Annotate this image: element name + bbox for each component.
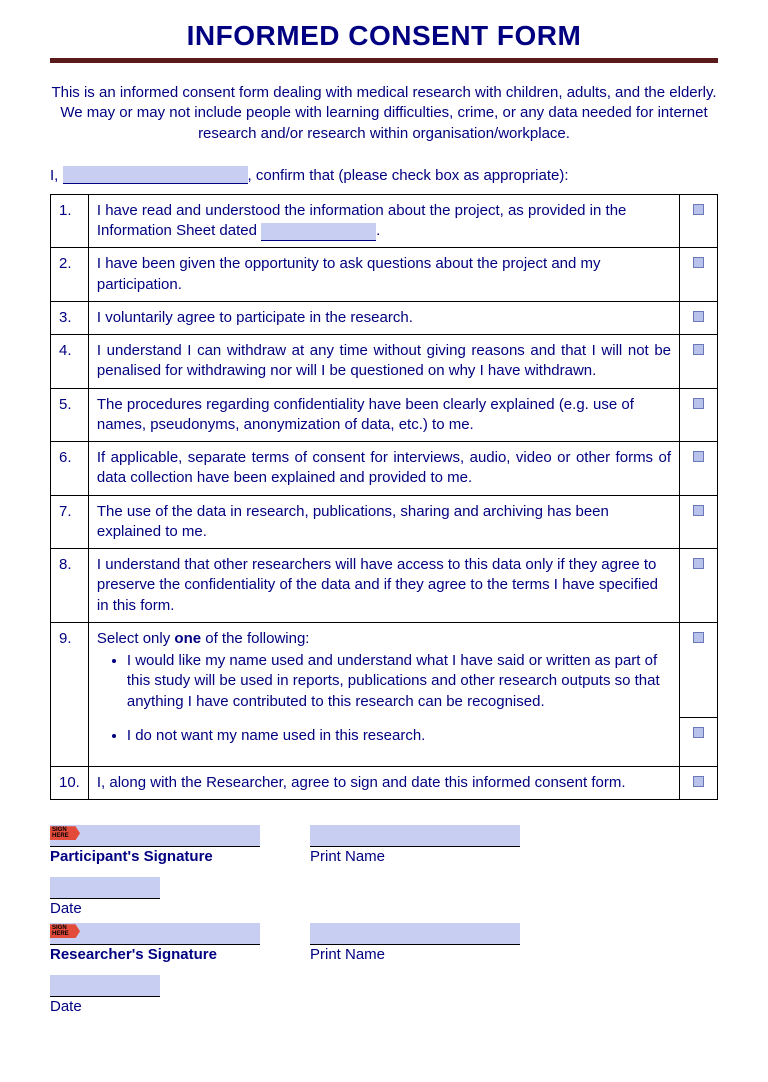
- researcher-printname-label: Print Name: [310, 946, 520, 963]
- info-sheet-date-field[interactable]: [261, 223, 376, 241]
- checkbox-5[interactable]: [693, 398, 704, 409]
- title-rule: [50, 58, 718, 63]
- checkbox-9b[interactable]: [693, 727, 704, 738]
- row-3-num: 3.: [51, 301, 89, 334]
- row-5: 5. The procedures regarding confidential…: [51, 388, 718, 442]
- row-1-num: 1.: [51, 194, 89, 248]
- confirm-prefix: I,: [50, 167, 63, 184]
- researcher-sig-block: SIGN HERE Researcher's Signature Date Pr…: [50, 923, 718, 1027]
- intro-text: This is an informed consent form dealing…: [50, 83, 718, 144]
- row-1: 1. I have read and understood the inform…: [51, 194, 718, 248]
- row-10: 10. I, along with the Researcher, agree …: [51, 767, 718, 800]
- row-6-num: 6.: [51, 442, 89, 496]
- row-10-num: 10.: [51, 767, 89, 800]
- researcher-date-label: Date: [50, 998, 260, 1015]
- participant-sig-label: Participant's Signature: [50, 848, 260, 865]
- row-9-lead: Select only: [97, 630, 175, 647]
- row-4-num: 4.: [51, 335, 89, 389]
- checkbox-6[interactable]: [693, 451, 704, 462]
- form-title: INFORMED CONSENT FORM: [50, 20, 718, 58]
- row-10-text: I, along with the Researcher, agree to s…: [88, 767, 679, 800]
- checkbox-4[interactable]: [693, 344, 704, 355]
- row-7: 7. The use of the data in research, publ…: [51, 495, 718, 549]
- name-field[interactable]: [63, 166, 248, 184]
- row-5-text: The procedures regarding confidentiality…: [88, 388, 679, 442]
- row-3: 3. I voluntarily agree to participate in…: [51, 301, 718, 334]
- row-2-num: 2.: [51, 248, 89, 302]
- checkbox-2[interactable]: [693, 257, 704, 268]
- checkbox-8[interactable]: [693, 558, 704, 569]
- row-9a: 9. Select only one of the following: I w…: [51, 622, 718, 717]
- row-6: 6. If applicable, separate terms of cons…: [51, 442, 718, 496]
- participant-date-label: Date: [50, 900, 260, 917]
- checkbox-3[interactable]: [693, 311, 704, 322]
- researcher-printname-field[interactable]: [310, 923, 520, 945]
- participant-printname-field[interactable]: [310, 825, 520, 847]
- row-9-bold: one: [174, 630, 201, 647]
- checkbox-1[interactable]: [693, 204, 704, 215]
- row-7-text: The use of the data in research, publica…: [88, 495, 679, 549]
- sign-here-tag: SIGN HERE: [50, 826, 80, 840]
- row-2-text: I have been given the opportunity to ask…: [88, 248, 679, 302]
- row-1-post: .: [376, 222, 380, 239]
- participant-signature-field[interactable]: SIGN HERE: [50, 825, 260, 847]
- row-6-text: If applicable, separate terms of consent…: [88, 442, 679, 496]
- checkbox-7[interactable]: [693, 505, 704, 516]
- confirm-line: I, , confirm that (please check box as a…: [50, 166, 718, 184]
- row-7-num: 7.: [51, 495, 89, 549]
- row-8-num: 8.: [51, 549, 89, 623]
- row-9-num: 9.: [51, 622, 89, 766]
- consent-table: 1. I have read and understood the inform…: [50, 194, 718, 801]
- researcher-date-field[interactable]: [50, 975, 160, 997]
- researcher-sig-label: Researcher's Signature: [50, 946, 260, 963]
- row-9-after: of the following:: [201, 630, 309, 647]
- row-9-bullet1: I would like my name used and understand…: [127, 651, 671, 712]
- row-9-bullet2: I do not want my name used in this resea…: [127, 726, 671, 746]
- checkbox-9a[interactable]: [693, 632, 704, 643]
- row-4-text: I understand I can withdraw at any time …: [88, 335, 679, 389]
- participant-sig-block: SIGN HERE Participant's Signature Date P…: [50, 825, 718, 929]
- row-8: 8. I understand that other researchers w…: [51, 549, 718, 623]
- sign-here-tag-2: SIGN HERE: [50, 924, 80, 938]
- confirm-suffix: , confirm that (please check box as appr…: [248, 167, 569, 184]
- checkbox-10[interactable]: [693, 776, 704, 787]
- researcher-signature-field[interactable]: SIGN HERE: [50, 923, 260, 945]
- row-2: 2. I have been given the opportunity to …: [51, 248, 718, 302]
- row-8-text: I understand that other researchers will…: [88, 549, 679, 623]
- row-5-num: 5.: [51, 388, 89, 442]
- row-4: 4. I understand I can withdraw at any ti…: [51, 335, 718, 389]
- row-1-text: I have read and understood the informati…: [88, 194, 679, 248]
- participant-date-field[interactable]: [50, 877, 160, 899]
- row-3-text: I voluntarily agree to participate in th…: [88, 301, 679, 334]
- row-9-text: Select only one of the following: I woul…: [88, 622, 679, 766]
- participant-printname-label: Print Name: [310, 848, 520, 865]
